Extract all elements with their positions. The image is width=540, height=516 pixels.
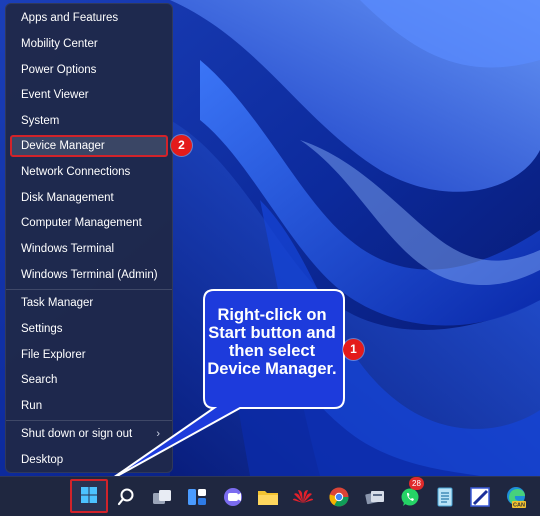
menu-item-windows-terminal-admin[interactable]: Windows Terminal (Admin) (10, 264, 168, 286)
notepad-icon (437, 487, 453, 507)
teams-chat-icon (224, 488, 242, 506)
callout-line: then select (228, 342, 316, 360)
edge-can-icon: CAN (507, 487, 526, 509)
menu-item-network-connections[interactable]: Network Connections (10, 161, 168, 183)
callout-line: Device Manager. (207, 360, 337, 378)
windows-start-icon (81, 487, 97, 503)
menu-item-label: Power Options (21, 64, 97, 76)
menu-item-label: Settings (21, 323, 63, 335)
menu-item-label: Apps and Features (21, 12, 119, 24)
step-2-badge: 2 (171, 135, 192, 156)
menu-item-computer-management[interactable]: Computer Management (10, 212, 168, 234)
menu-item-task-manager[interactable]: Task Manager (10, 292, 168, 314)
menu-item-mobility-center[interactable]: Mobility Center (10, 33, 168, 55)
menu-item-label: Mobility Center (21, 38, 98, 50)
search-icon (117, 488, 134, 506)
search-button[interactable] (112, 483, 140, 511)
widgets-icon (188, 489, 206, 505)
menu-item-desktop[interactable]: Desktop (10, 449, 168, 471)
menu-separator (6, 289, 172, 290)
whatsapp-notification-badge: 28 (409, 477, 424, 490)
edge-can-label: CAN (513, 503, 525, 509)
menu-item-run[interactable]: Run (10, 395, 168, 417)
menu-item-label: Search (21, 374, 58, 386)
menu-item-event-viewer[interactable]: Event Viewer (10, 84, 168, 106)
taskbar-app-button[interactable] (361, 483, 389, 511)
menu-item-settings[interactable]: Settings (10, 318, 168, 340)
menu-item-label: Windows Terminal (Admin) (21, 269, 158, 281)
menu-item-label: Desktop (21, 454, 64, 466)
chrome-icon (329, 487, 349, 507)
menu-item-shut-down-or-sign-out[interactable]: Shut down or sign out › (10, 423, 168, 445)
menu-item-label: Network Connections (21, 166, 131, 178)
file-explorer-icon (258, 491, 278, 505)
menu-item-search[interactable]: Search (10, 369, 168, 391)
widgets-button[interactable] (183, 483, 211, 511)
menu-item-label: Computer Management (21, 217, 142, 229)
huawei-app-button[interactable] (289, 483, 317, 511)
menu-item-system[interactable]: System (10, 110, 168, 132)
callout-line: Start button and (208, 324, 336, 342)
menu-item-power-options[interactable]: Power Options (10, 59, 168, 81)
menu-item-label: Shut down or sign out (21, 428, 133, 440)
huawei-icon (293, 490, 313, 503)
edge-can-button[interactable]: CAN (502, 483, 530, 511)
taskbar: 28 CAN (0, 476, 540, 516)
notepad-button[interactable] (431, 483, 459, 511)
menu-item-device-manager[interactable]: Device Manager (10, 135, 168, 157)
menu-item-label: Windows Terminal (21, 243, 115, 255)
menu-item-label: System (21, 115, 60, 127)
menu-item-label: Disk Management (21, 192, 114, 204)
chevron-right-icon: › (156, 428, 160, 440)
app-icon (365, 491, 384, 505)
file-explorer-button[interactable] (254, 483, 282, 511)
paint-icon (470, 487, 490, 507)
menu-item-disk-management[interactable]: Disk Management (10, 187, 168, 209)
menu-item-label: File Explorer (21, 349, 86, 361)
task-view-button[interactable] (148, 483, 176, 511)
start-button[interactable] (70, 479, 108, 513)
menu-item-label: Event Viewer (21, 89, 89, 101)
callout-line: Right-click on (217, 306, 327, 324)
menu-item-label: Run (21, 400, 43, 412)
task-view-icon (153, 490, 171, 504)
callout-text: Right-click on Start button and then sel… (202, 306, 342, 378)
paint-button[interactable] (466, 483, 494, 511)
teams-chat-button[interactable] (219, 483, 247, 511)
menu-item-label: Device Manager (21, 140, 105, 152)
step-1-badge: 1 (343, 339, 364, 360)
menu-separator (6, 420, 172, 421)
menu-item-windows-terminal[interactable]: Windows Terminal (10, 238, 168, 260)
winx-context-menu: Apps and Features Mobility Center Power … (5, 3, 173, 473)
chrome-button[interactable] (325, 483, 353, 511)
menu-item-file-explorer[interactable]: File Explorer (10, 344, 168, 366)
menu-item-apps-and-features[interactable]: Apps and Features (10, 7, 168, 29)
menu-item-label: Task Manager (21, 297, 94, 309)
